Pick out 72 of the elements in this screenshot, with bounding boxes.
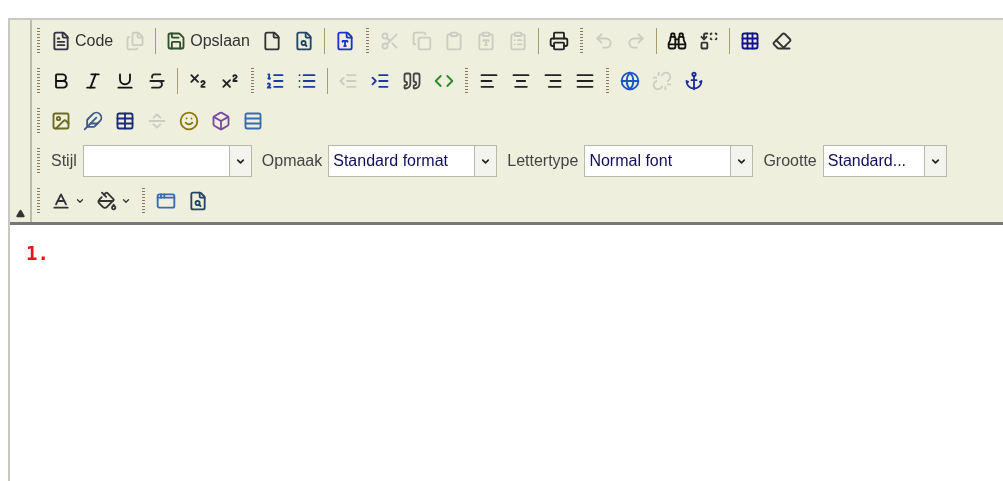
page-magnifier-icon [293,31,314,51]
toolbar-grip[interactable] [37,68,40,94]
align-center-icon [511,71,531,91]
rows-icon [243,111,263,131]
document-icon [334,31,355,51]
picture-icon [51,111,71,131]
dropdown-value: Standard format [333,152,448,169]
paint-bucket-icon [97,191,117,211]
window-icon [156,191,176,211]
cube-icon [211,111,231,131]
align-right-icon [543,71,563,91]
toolbar-grip[interactable] [251,68,254,94]
align-justify-icon [575,71,595,91]
italic-icon [83,71,103,91]
replace-icon [698,31,719,51]
indent-icon [370,71,390,91]
page-magnifier-icon [188,191,208,211]
grid-icon [739,31,760,51]
toolbar-grip[interactable] [37,28,40,54]
undo-icon [593,31,614,51]
combo-label: Opmaak [261,151,323,171]
blank-page-icon [261,31,282,51]
collapse-triangle-icon[interactable] [15,209,25,218]
toolbar-grip[interactable] [579,28,583,54]
binoculars-icon [666,31,687,51]
globe-icon [620,71,640,91]
toolbar-button[interactable]: Code [45,26,120,56]
toolbar-grip[interactable] [142,188,145,214]
caret-icon [121,196,131,206]
clipboard-icon [443,31,464,51]
toolbar-grip[interactable] [606,68,609,94]
clipboard-text-icon [475,31,496,51]
eraser-icon [771,31,792,51]
scissors-icon [379,31,400,51]
horizontal-rule-icon [147,111,167,131]
redo-icon [625,31,646,51]
toolbar-grip[interactable] [37,188,40,214]
bullet-list-icon [297,71,317,91]
toolbar-grip[interactable] [37,148,40,174]
text-color-icon [51,191,71,211]
copy-icon [411,31,432,51]
quote-icon [402,71,422,91]
dropdown-field[interactable] [82,145,252,177]
toolbar-grip[interactable] [465,68,468,94]
strikethrough-icon [147,71,167,91]
toolbar-button[interactable]: Opslaan [160,26,256,56]
numbered-list-icon [265,71,285,91]
table-icon [115,111,135,131]
smiley-icon [179,111,199,131]
toolbar-grip[interactable] [37,108,40,134]
dropdown-field[interactable]: Standard... [822,145,947,177]
underline-icon [115,71,135,91]
subscript-icon [188,71,208,91]
unlink-icon [652,71,672,91]
dropdown-value: Standard... [827,152,907,169]
outdent-icon [338,71,358,91]
documents-icon [125,31,146,51]
combo-label: Stijl [51,151,77,171]
dropdown-field[interactable]: Standard format [328,145,498,177]
toolbar-grip[interactable] [365,28,369,54]
align-left-icon [479,71,499,91]
superscript-icon [220,71,240,91]
caret-icon [75,196,85,206]
numbered-list-text: 1. [26,242,49,264]
dropdown-value: Normal font [589,152,673,169]
dropdown-field[interactable]: Normal font [584,145,754,177]
feather-icon [83,111,103,131]
combo-label: Grootte [763,151,817,171]
clipboard-list-icon [507,31,528,51]
anchor-icon [684,71,704,91]
printer-icon [548,31,569,51]
combo-label: Lettertype [507,151,579,171]
